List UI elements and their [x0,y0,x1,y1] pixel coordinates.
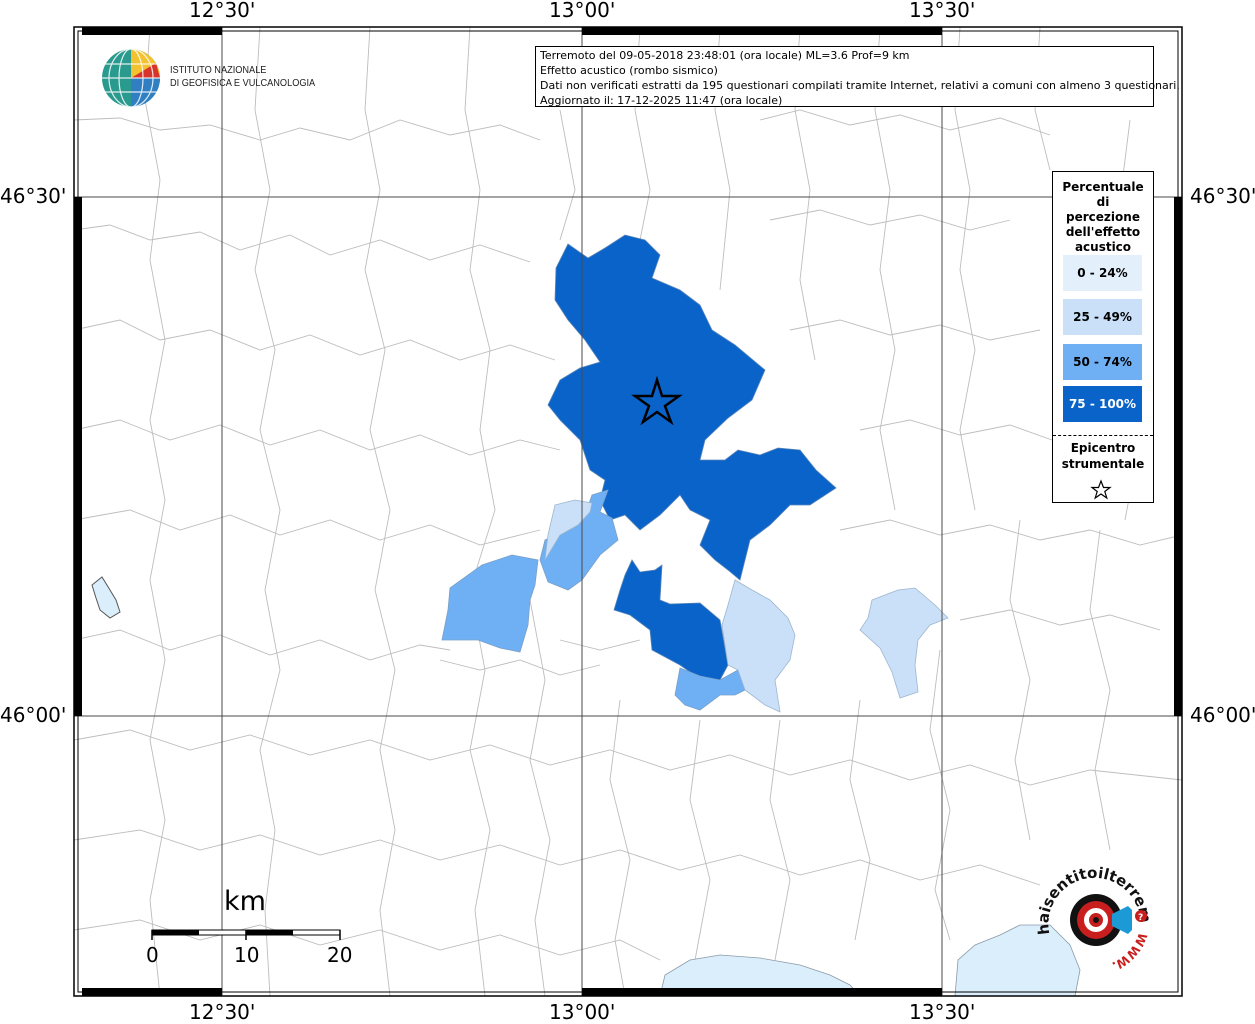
legend: Percentuale di percezione dell'effetto a… [1052,171,1154,503]
institute-name-line1: ISTITUTO NAZIONALE [170,65,267,76]
legend-item-50-74: 50 - 74% [1063,344,1142,380]
scale-unit: km [224,886,266,917]
lat-label-right-4600: 46°00' [1190,703,1255,727]
scale-tick-0: 0 [146,943,159,967]
lon-label-top-1300: 13°00' [549,0,616,22]
legend-epicenter-label: Epicentro strumentale [1061,441,1145,471]
event-updated: Aggiornato il: 17-12-2025 11:47 (ora loc… [540,94,783,107]
legend-star-icon [1090,479,1112,500]
legend-item-25-49: 25 - 49% [1063,299,1142,335]
lat-label-right-4630: 46°30' [1190,184,1255,208]
event-data-note: Dati non verificati estratti da 195 ques… [540,79,1180,92]
lat-label-left-4630: 46°30' [0,184,67,208]
event-title: Terremoto del 09-05-2018 23:48:01 (ora l… [540,49,910,62]
legend-separator [1053,435,1153,436]
haisentito-logo: haisentitoilterremoto.it WWW. ? [1036,858,1154,973]
lon-label-top-1330: 13°30' [909,0,976,22]
legend-item-label: 25 - 49% [1073,310,1132,324]
legend-title: Percentuale di percezione dell'effetto a… [1062,180,1144,254]
logo-question-icon: ? [1138,913,1143,923]
lat-label-left-4600: 46°00' [0,703,67,727]
legend-item-label: 0 - 24% [1077,266,1128,280]
lon-label-top-1230: 12°30' [189,0,256,22]
legend-item-75-100: 75 - 100% [1063,386,1142,422]
logo-url-text: WWW. [1110,931,1150,973]
lon-label-bottom-1300: 13°00' [549,1000,616,1024]
lon-label-bottom-1230: 12°30' [189,1000,256,1024]
svg-text:WWW.: WWW. [1110,931,1150,973]
lon-label-bottom-1330: 13°30' [909,1000,976,1024]
legend-item-label: 75 - 100% [1068,397,1137,411]
institute-name-line2: DI GEOFISICA E VULCANOLOGIA [170,78,316,89]
legend-item-label: 50 - 74% [1073,355,1132,369]
institute-name: ISTITUTO NAZIONALE DI GEOFISICA E VULCAN… [170,64,315,90]
event-info-box: Terremoto del 09-05-2018 23:48:01 (ora l… [535,46,1180,107]
event-effect: Effetto acustico (rombo sismico) [540,64,718,77]
legend-item-0-24: 0 - 24% [1063,255,1142,291]
scale-tick-10: 10 [234,943,260,967]
scale-tick-20: 20 [327,943,353,967]
